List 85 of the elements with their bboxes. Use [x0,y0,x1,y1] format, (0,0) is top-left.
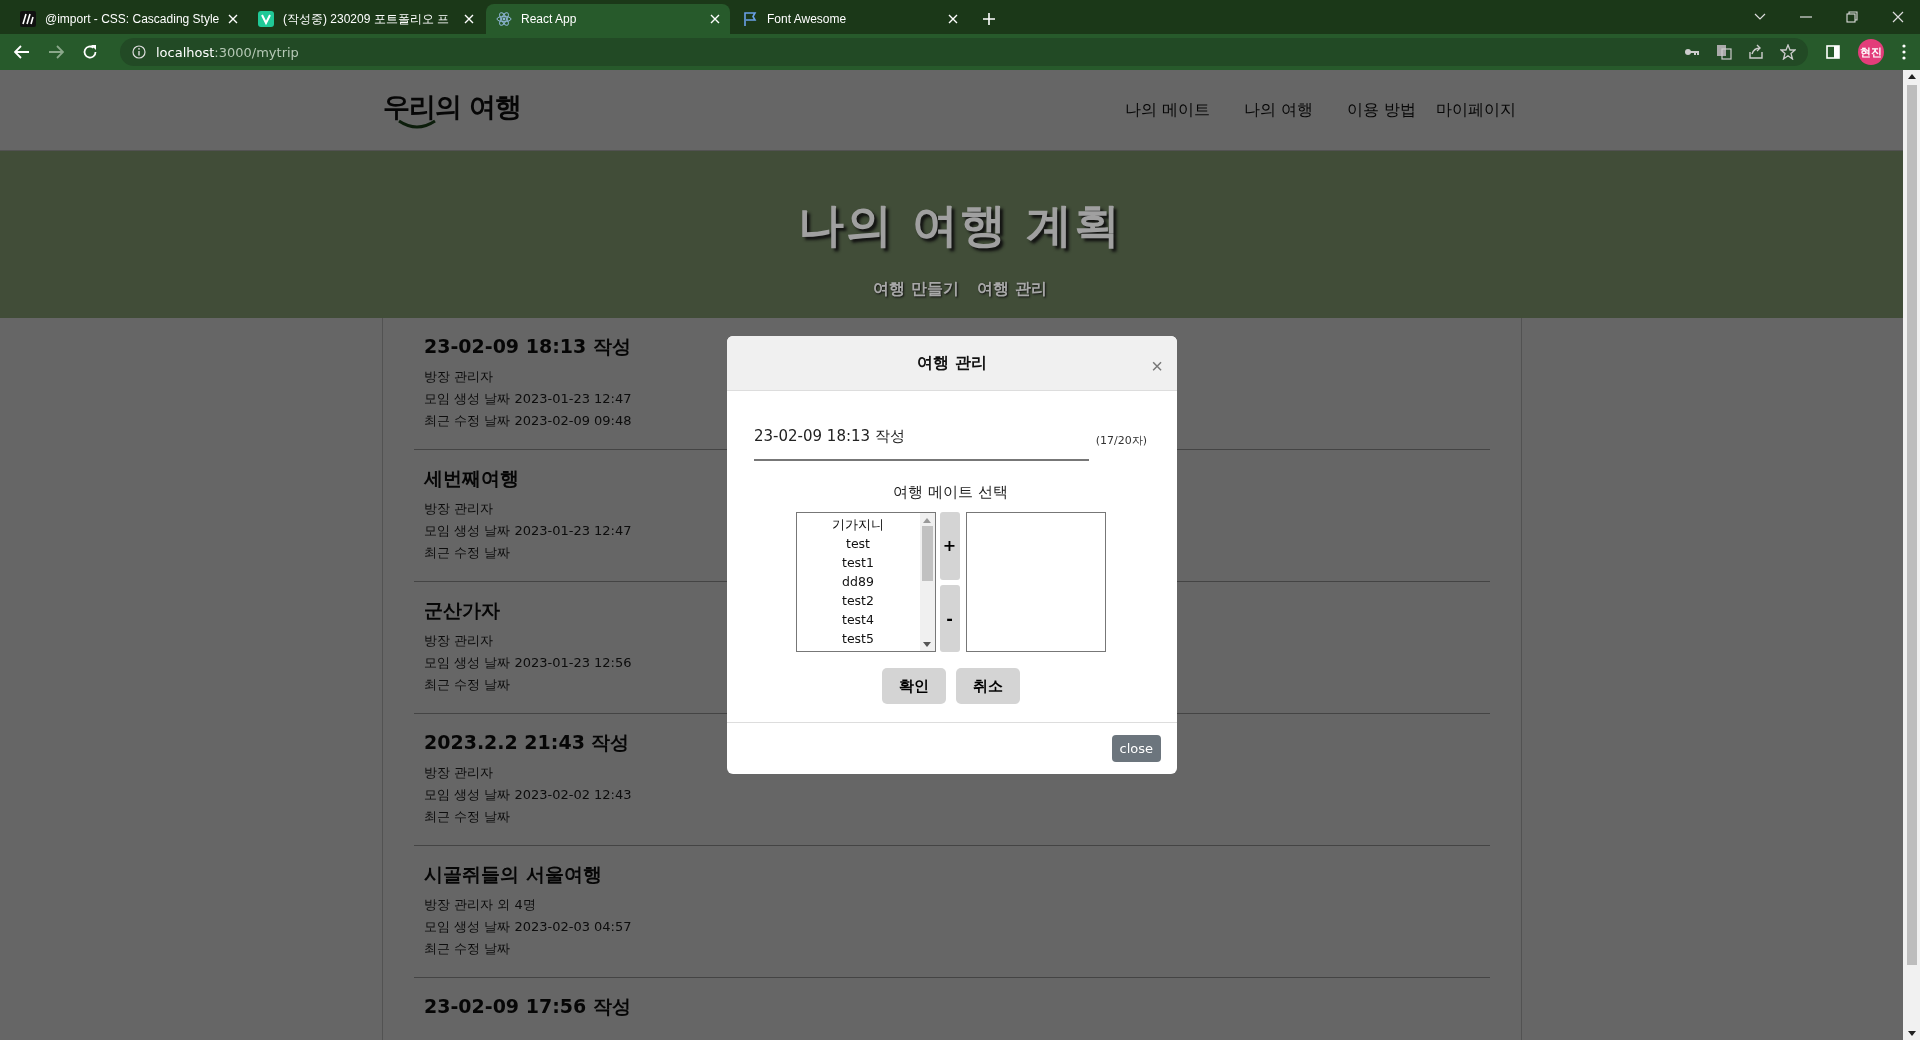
smile-icon [397,119,437,129]
tab-title: Font Awesome [767,12,848,26]
browser-tab[interactable]: @import - CSS: Cascading Style [10,4,246,34]
mdn-logo-icon [20,11,36,27]
site-logo[interactable]: 우리의 여행 [383,89,522,131]
side-panel-icon[interactable] [1826,45,1840,59]
tab-title: React App [521,12,578,26]
page-title: 나의 여행 계획 [798,197,1122,254]
nav-link[interactable]: 마이페이지 [1436,99,1516,121]
list-option[interactable]: test4 [842,610,874,629]
trip-owner: 방장 관리자 [424,764,494,782]
close-button[interactable]: close [1111,735,1161,762]
created-date: 모임 생성 날짜 2023-01-23 12:47 [424,522,632,540]
add-button[interactable]: + [939,512,960,580]
list-option[interactable]: 기가지니 [832,515,884,534]
scroll-up-icon[interactable] [1907,74,1916,79]
address-bar[interactable]: localhost:3000/mytrip [120,38,1808,66]
section-label: 여행 메이트 선택 [893,483,1008,502]
trip-owner: 방장 관리자 [424,632,494,650]
scrollbar-thumb[interactable] [921,526,933,581]
created-date: 모임 생성 날짜 2023-01-23 12:56 [424,654,632,672]
trip-card[interactable]: 23-02-09 17:56 작성 [414,978,1490,1040]
url-text: localhost:3000/mytrip [156,44,299,60]
modified-date: 최근 수정 날짜 [424,940,511,958]
velog-logo-icon [258,11,274,27]
trip-title: 2023.2.2 21:43 작성 [424,730,630,755]
trip-title: 세번째여행 [424,466,519,491]
translate-icon[interactable] [1716,44,1732,60]
scrollbar[interactable] [1903,70,1920,1040]
modified-date: 최근 수정 날짜 2023-02-09 09:48 [424,412,632,430]
scroll-down-icon[interactable] [1907,1031,1916,1036]
modified-date: 최근 수정 날짜 [424,544,511,562]
chevron-down-icon[interactable] [1754,13,1766,21]
nav-link[interactable]: 이용 방법 [1346,99,1416,121]
star-icon[interactable] [1780,44,1796,60]
scrollbar[interactable] [919,513,935,651]
nav-link[interactable]: 나의 메이트 [1124,99,1210,121]
list-option[interactable]: test5 [842,629,874,648]
scrollbar-thumb[interactable] [1906,85,1917,965]
mate-list[interactable]: 기가지니 test test1 dd89 test2 test4 test5 [795,512,936,652]
reload-icon[interactable] [82,44,98,60]
trip-title: 군산가자 [424,598,500,623]
sub-nav-link[interactable]: 여행 만들기 [873,279,959,300]
trip-title: 23-02-09 18:13 작성 [424,334,631,359]
created-date: 모임 생성 날짜 2023-01-23 12:47 [424,390,632,408]
modal-title: 여행 관리 [917,352,987,374]
close-button[interactable]: × [1151,356,1163,376]
sub-nav-link[interactable]: 여행 관리 [977,279,1047,300]
trip-owner: 방장 관리자 외 4명 [424,896,536,914]
trip-owner: 방장 관리자 [424,368,494,386]
list-option[interactable]: test1 [842,553,874,572]
key-icon[interactable] [1684,47,1700,57]
atom-icon [496,11,512,27]
trip-owner: 방장 관리자 [424,500,494,518]
new-tab-icon[interactable] [982,12,996,26]
trip-card[interactable]: 시골쥐들의 서울여행 방장 관리자 외 4명 모임 생성 날짜 2023-02-03 04:57 최근 수정 날짜 [414,846,1490,978]
remove-button[interactable]: - [939,584,960,652]
profile-avatar[interactable]: 현진 [1858,39,1884,65]
trip-title: 23-02-09 17:56 작성 [424,994,631,1019]
share-icon[interactable] [1748,44,1764,60]
restore-icon[interactable] [1846,11,1858,23]
list-option[interactable]: test [846,534,870,553]
flag-icon [742,11,758,27]
scroll-down-icon[interactable] [923,642,931,647]
created-date: 모임 생성 날짜 2023-02-03 04:57 [424,918,632,936]
browser-tab[interactable]: React App [486,4,730,34]
browser-tab[interactable]: Font Awesome [732,4,968,34]
menu-icon[interactable] [1902,44,1906,60]
cancel-button[interactable]: 취소 [955,668,1020,704]
tab-title: @import - CSS: Cascading Style [45,12,220,26]
selected-mate-list[interactable] [965,512,1106,652]
nav-link[interactable]: 나의 여행 [1243,99,1313,121]
char-count: (17/20자) [1095,432,1147,448]
browser-tab[interactable]: (작성중) 230209 포트폴리오 프 [248,4,484,34]
tab-title: (작성중) 230209 포트폴리오 프 [283,10,451,28]
created-date: 모임 생성 날짜 2023-02-02 12:43 [424,786,632,804]
list-option[interactable]: test2 [842,591,874,610]
trip-title: 시골쥐들의 서울여행 [424,862,602,887]
modified-date: 최근 수정 날짜 [424,808,511,826]
confirm-button[interactable]: 확인 [881,668,946,704]
info-icon[interactable] [132,45,146,59]
modified-date: 최근 수정 날짜 [424,676,511,694]
back-arrow-icon[interactable] [14,45,30,59]
close-icon[interactable] [1892,11,1904,23]
forward-arrow-icon[interactable] [48,45,64,59]
